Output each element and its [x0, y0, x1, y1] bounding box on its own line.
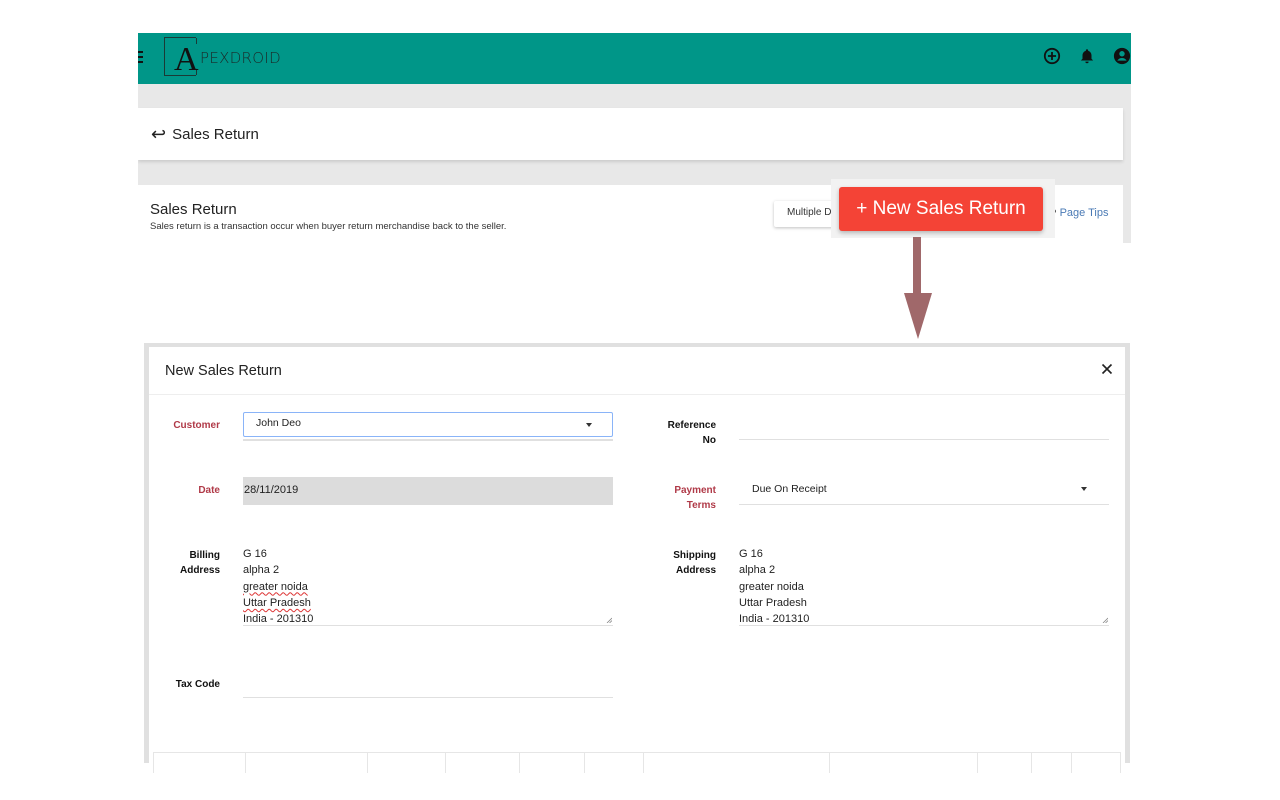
- payment-terms-label: Payment Terms: [650, 483, 716, 513]
- table-column-divider: [643, 753, 644, 773]
- billing-label-line2: Address: [179, 565, 220, 576]
- billing-line: alpha 2: [243, 564, 280, 577]
- billing-label-line1: Billing: [189, 550, 220, 561]
- customer-label: Customer: [173, 420, 220, 431]
- payment-terms-value: Due On Receipt: [752, 483, 827, 495]
- add-circle-icon[interactable]: [1043, 47, 1061, 65]
- customer-value: John Deo: [256, 417, 301, 429]
- arrow-shaft: [913, 237, 921, 299]
- line-items-table-header: [153, 752, 1121, 773]
- table-column-divider: [1071, 753, 1072, 773]
- reference-no-label: Reference No: [650, 418, 716, 448]
- customer-select[interactable]: John Deo: [243, 412, 613, 437]
- shipping-address-textarea[interactable]: G 16 alpha 2 greater noida Uttar Pradesh…: [739, 546, 1109, 626]
- back-arrow-icon[interactable]: ↩: [151, 125, 166, 143]
- payment-label-line2: Terms: [686, 500, 716, 511]
- billing-address-textarea[interactable]: G 16 alpha 2 greater noida Uttar Pradesh…: [243, 546, 613, 626]
- shipping-line: greater noida: [739, 580, 804, 593]
- reference-label-line1: Reference: [667, 420, 716, 431]
- account-icon[interactable]: [1113, 47, 1131, 65]
- page-title-bar: ↩ Sales Return: [138, 108, 1123, 160]
- logo-initial: A: [174, 41, 199, 78]
- menu-icon[interactable]: [138, 51, 143, 65]
- table-column-divider: [977, 753, 978, 773]
- tax-code-label: Tax Code: [175, 679, 220, 690]
- chevron-down-icon: [586, 423, 592, 427]
- resize-handle-icon[interactable]: [606, 617, 612, 623]
- billing-line: G 16: [243, 548, 267, 560]
- bell-icon[interactable]: [1078, 47, 1096, 65]
- table-column-divider: [245, 753, 246, 773]
- modal-title: New Sales Return: [165, 362, 282, 379]
- table-column-divider: [445, 753, 446, 773]
- close-icon[interactable]: [1099, 361, 1115, 377]
- chevron-down-icon: [1081, 487, 1087, 491]
- arrow-head: [904, 293, 932, 339]
- billing-line: greater noida: [243, 580, 308, 593]
- page-tips-label: Page Tips: [1059, 207, 1109, 219]
- date-label: Date: [198, 485, 220, 496]
- table-column-divider: [153, 753, 154, 773]
- modal-header: New Sales Return: [149, 347, 1125, 395]
- table-column-divider: [584, 753, 585, 773]
- shipping-line: G 16: [739, 548, 763, 560]
- billing-line: India - 201310: [243, 613, 314, 626]
- payment-label-line1: Payment: [674, 485, 716, 496]
- resize-handle-icon[interactable]: [1102, 617, 1108, 623]
- top-bar-actions: [1043, 47, 1131, 65]
- shipping-line: alpha 2: [739, 564, 776, 577]
- page-tips-link[interactable]: ? Page Tips: [1048, 205, 1108, 221]
- customer-underline: [243, 439, 613, 441]
- table-column-divider: [1120, 753, 1121, 773]
- table-column-divider: [829, 753, 830, 773]
- new-sales-return-button[interactable]: + New Sales Return: [839, 187, 1043, 231]
- annotation-arrow-icon: [904, 237, 932, 339]
- table-column-divider: [519, 753, 520, 773]
- billing-address-label: Billing Address: [160, 548, 220, 578]
- table-column-divider: [367, 753, 368, 773]
- shipping-line: India - 201310: [739, 613, 810, 626]
- logo-text: PEXDROID: [200, 49, 281, 67]
- payment-terms-select[interactable]: Due On Receipt: [739, 478, 1109, 505]
- top-bar: A PEXDROID: [138, 33, 1131, 84]
- date-field[interactable]: 28/11/2019: [243, 477, 613, 505]
- page-title: Sales Return: [172, 125, 259, 143]
- reference-label-line2: No: [702, 435, 716, 446]
- shipping-line: Uttar Pradesh: [739, 596, 807, 609]
- shipping-label-line1: Shipping: [673, 550, 716, 561]
- shipping-label-line2: Address: [675, 565, 716, 576]
- reference-no-input[interactable]: [739, 418, 1109, 440]
- tax-code-input[interactable]: [243, 676, 613, 698]
- billing-line: Uttar Pradesh: [243, 596, 311, 609]
- table-column-divider: [1031, 753, 1032, 773]
- shipping-address-label: Shipping Address: [650, 548, 716, 578]
